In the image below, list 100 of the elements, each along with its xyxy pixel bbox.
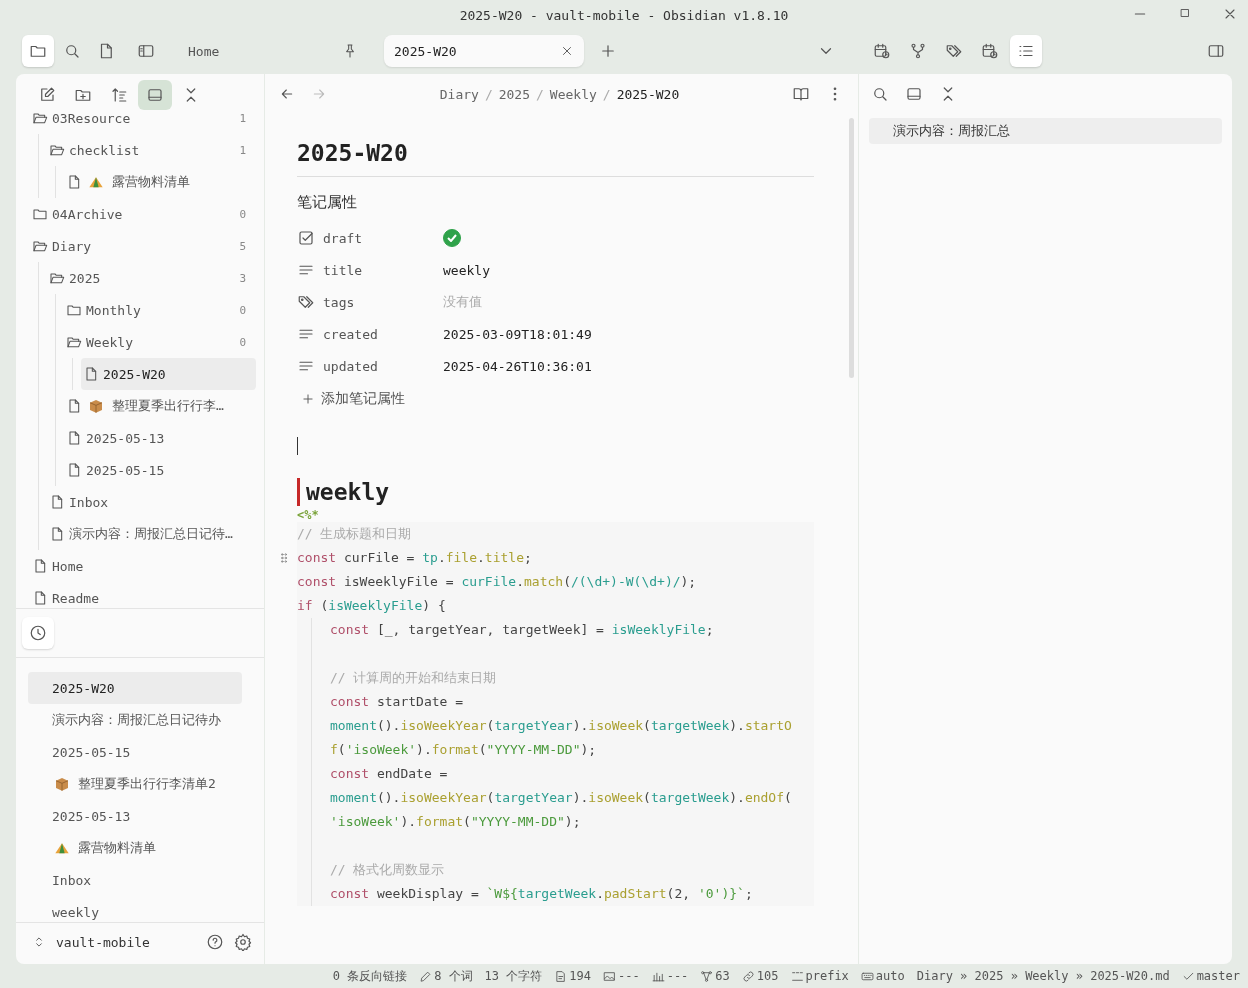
box-icon [88, 398, 104, 414]
add-property-button[interactable]: 添加笔记属性 [297, 384, 409, 414]
folder-icon [32, 206, 48, 222]
file-item[interactable]: Readme [30, 582, 256, 608]
status-item[interactable]: prefix [805, 969, 849, 983]
property-name[interactable]: tags [323, 294, 435, 310]
maximize-icon[interactable] [1178, 6, 1192, 20]
template-tag: <%* [297, 508, 814, 522]
file-item[interactable]: Home [30, 550, 256, 582]
property-name[interactable]: created [323, 326, 435, 342]
recent-file-item[interactable]: 2025-05-13 [28, 800, 242, 832]
code-line: const startDate = [330, 693, 465, 711]
recent-file-item[interactable]: 整理夏季出行行李清单2 [28, 768, 242, 800]
property-name[interactable]: draft [323, 230, 435, 246]
status-item[interactable]: 0 条反向链接 [332, 967, 408, 985]
link-icon [741, 969, 755, 983]
graph-icon [909, 42, 927, 60]
status-item[interactable]: 13 个字符 [484, 967, 543, 985]
status-item[interactable]: 194 [569, 969, 591, 983]
folder-icon [66, 302, 82, 318]
folder-item[interactable]: 2025 3 [47, 262, 256, 294]
sort-icon [110, 86, 128, 104]
open-folder-icon [49, 142, 65, 158]
file-item[interactable]: 2025-W20 [81, 358, 256, 390]
nodes-icon [700, 969, 714, 983]
panel-icon[interactable] [905, 85, 923, 103]
property-name[interactable]: title [323, 262, 435, 278]
code-line: const curFile = tp.file.title; [297, 549, 533, 567]
file-item[interactable]: 2025-05-13 [64, 422, 256, 454]
code-line: f('isoWeek').format("YYYY-MM-DD"); [330, 741, 598, 759]
file-item[interactable]: Inbox [47, 486, 256, 518]
status-item[interactable]: 105 [756, 969, 779, 983]
calendar-icon [981, 42, 999, 60]
breadcrumb-link[interactable]: Weekly [549, 86, 597, 102]
property-value[interactable]: weekly [443, 262, 490, 278]
code-line: 'isoWeek').format("YYYY-MM-DD"); [330, 813, 582, 831]
status-item[interactable]: 8 个词 [434, 967, 473, 985]
recent-files-tab[interactable] [22, 617, 54, 649]
reading-view-icon[interactable] [792, 85, 810, 103]
file-icon [66, 398, 82, 414]
checkbox-icon [297, 229, 315, 247]
item-count: 3 [239, 271, 246, 285]
recent-file-item[interactable]: 2025-W20 [28, 672, 242, 704]
clock-icon [29, 624, 47, 642]
folder-item[interactable]: Weekly 0 [64, 326, 256, 358]
tab[interactable]: Home [178, 35, 368, 67]
search-icon [63, 42, 81, 60]
item-count: 0 [239, 335, 246, 349]
breadcrumb-link[interactable]: Diary [439, 86, 479, 102]
reveal-button[interactable] [138, 80, 172, 110]
status-item[interactable]: master [1196, 969, 1240, 983]
status-item[interactable]: auto [875, 969, 905, 983]
folder-view-button[interactable] [22, 35, 54, 67]
folder-item[interactable]: 04Archive 0 [30, 198, 256, 230]
sidebar-icon [137, 42, 155, 60]
plus-icon [599, 42, 617, 60]
file-item[interactable]: 露营物料清单 [64, 166, 256, 198]
status-item[interactable]: 63 [715, 969, 730, 983]
item-count: 1 [239, 111, 246, 125]
status-item[interactable]: Diary » 2025 » Weekly » 2025-W20.md [916, 969, 1170, 983]
file-item[interactable]: 整理夏季出行行李… [64, 390, 256, 422]
property-value[interactable]: 2025-03-09T18:01:49 [443, 326, 592, 342]
doc-icon [554, 969, 568, 983]
image-icon [603, 969, 616, 983]
recent-file-item[interactable]: 2025-05-15 [28, 736, 242, 768]
back-arrow-icon[interactable] [279, 86, 295, 102]
breadcrumb-link[interactable]: 2025 [498, 86, 530, 102]
code-line: // 计算周的开始和结束日期 [330, 669, 498, 687]
property-value[interactable]: 2025-04-26T10:36:01 [443, 358, 592, 374]
folder-item[interactable]: checklist 1 [47, 134, 256, 166]
breadcrumb-separator: / [536, 86, 544, 102]
code-line: // 格式化周数显示 [330, 861, 446, 879]
file-item[interactable]: 演示内容：周报汇总日记待… [47, 518, 256, 550]
recent-file-item[interactable]: 演示内容：周报汇总日记待办 [28, 704, 242, 736]
settings-icon[interactable] [234, 933, 252, 951]
status-item[interactable]: --- [618, 969, 640, 983]
folder-item[interactable]: Diary 5 [30, 230, 256, 262]
recent-file-item[interactable]: weekly [28, 896, 242, 922]
breadcrumb-link[interactable]: 2025-W20 [616, 86, 680, 102]
recent-file-item[interactable]: Inbox [28, 864, 242, 896]
item-count: 0 [239, 303, 246, 317]
folder-item[interactable]: 03Resource 1 [30, 102, 256, 134]
status-item[interactable]: --- [666, 969, 689, 983]
item-count: 5 [239, 239, 246, 253]
item-count: 1 [239, 143, 246, 157]
code-line: const isWeeklyFile = curFile.match(/(\d+)-W(\d+)/); [297, 573, 698, 591]
file-icon [66, 174, 82, 190]
close-icon[interactable] [560, 44, 574, 58]
note-title: 2025-W20 [297, 140, 814, 177]
property-name[interactable]: updated [323, 358, 435, 374]
tab[interactable]: 2025-W20 [384, 35, 584, 67]
outline-item[interactable]: 演示内容：周报汇总 [869, 118, 1222, 144]
help-icon[interactable] [206, 933, 224, 951]
folder-item[interactable]: Monthly 0 [64, 294, 256, 326]
property-checkbox[interactable] [443, 229, 461, 247]
recent-file-item[interactable]: 露营物料清单 [28, 832, 242, 864]
file-item[interactable]: 2025-05-15 [64, 454, 256, 486]
vault-name[interactable]: vault-mobile [56, 934, 150, 950]
search-icon[interactable] [871, 85, 889, 103]
code-line: moment().isoWeekYear(targetYear).isoWeek(targetWeek).startO [330, 717, 793, 735]
